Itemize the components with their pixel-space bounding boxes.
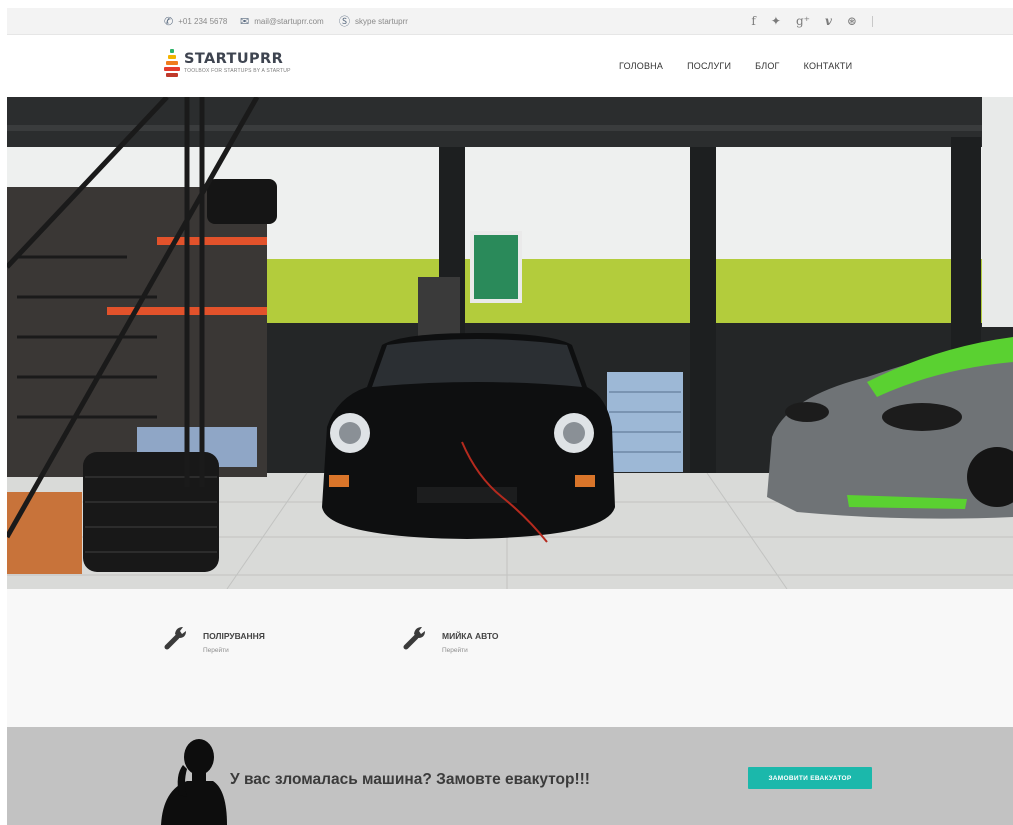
wrench-icon (164, 627, 186, 650)
cta-banner: У вас зломалась машина? Замовте евакутор… (7, 727, 1013, 825)
service-link[interactable]: Перейти (442, 647, 499, 654)
service-link[interactable]: Перейти (203, 647, 265, 654)
social-links: f ✦ g⁺ v ⊛ (751, 8, 873, 34)
nav-item-services[interactable]: ПОСЛУГИ (687, 61, 731, 71)
nav-item-blog[interactable]: БЛОГ (755, 61, 780, 71)
hero-image (7, 97, 1013, 589)
person-silhouette (161, 739, 227, 825)
site-logo[interactable]: STARTUPRR TOOLBOX FOR STARTUPS BY A STAR… (164, 48, 291, 78)
phone-contact[interactable]: ✆ +01 234 5678 (164, 8, 227, 34)
garage-photo (7, 97, 1013, 589)
logo-name: STARTUPRR (184, 51, 284, 67)
mail-icon: ✉ (240, 15, 250, 28)
vimeo-icon[interactable]: v (825, 14, 832, 28)
logo-tagline: TOOLBOX FOR STARTUPS BY A STARTUP (184, 68, 291, 74)
top-bar: ✆ +01 234 5678 ✉ mail@startuprr.com Ⓢ sk… (7, 8, 1013, 35)
cta-text: У вас зломалась машина? Замовте евакутор… (230, 771, 590, 788)
services-section: ПОЛІРУВАННЯ Перейти МИЙКА АВТО Перейти (7, 589, 1013, 727)
skype-icon: Ⓢ (339, 16, 350, 28)
order-tow-truck-button[interactable]: ЗАМОВИТИ ЕВАКУАТОР (748, 767, 872, 789)
logo-mark-icon (164, 48, 180, 78)
phone-text: +01 234 5678 (178, 16, 228, 26)
service-card[interactable]: МИЙКА АВТО Перейти (402, 624, 499, 654)
skype-text: skype startuprr (355, 16, 408, 26)
email-text: mail@startuprr.com (254, 16, 324, 26)
nav-item-contacts[interactable]: КОНТАКТИ (804, 61, 853, 71)
twitter-icon[interactable]: ✦ (771, 14, 781, 28)
site-header: STARTUPRR TOOLBOX FOR STARTUPS BY A STAR… (7, 35, 1013, 98)
page: ✆ +01 234 5678 ✉ mail@startuprr.com Ⓢ sk… (7, 8, 1013, 825)
phone-icon: ✆ (164, 15, 174, 28)
nav-item-home[interactable]: ГОЛОВНА (619, 61, 663, 71)
service-title: МИЙКА АВТО (442, 631, 499, 641)
skype-contact[interactable]: Ⓢ skype startuprr (339, 8, 408, 34)
social-divider (872, 15, 873, 27)
wrench-icon (403, 627, 425, 650)
dribbble-icon[interactable]: ⊛ (847, 14, 857, 28)
service-title: ПОЛІРУВАННЯ (203, 631, 265, 641)
facebook-icon[interactable]: f (751, 14, 755, 28)
service-card[interactable]: ПОЛІРУВАННЯ Перейти (163, 624, 265, 654)
email-contact[interactable]: ✉ mail@startuprr.com (240, 8, 324, 34)
google-plus-icon[interactable]: g⁺ (796, 14, 810, 28)
main-nav: ГОЛОВНА ПОСЛУГИ БЛОГ КОНТАКТИ (619, 35, 852, 97)
